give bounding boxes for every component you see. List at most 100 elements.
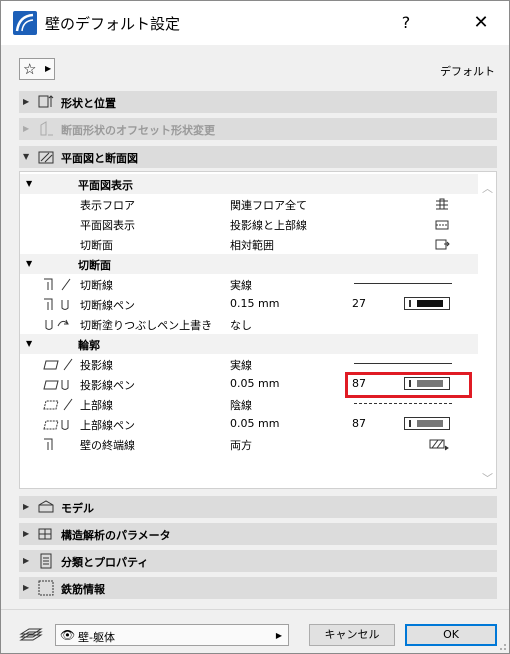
section-rebar[interactable]: ▶ 鉄筋情報: [19, 577, 497, 599]
chevron-right-icon: ▶: [23, 529, 30, 538]
section-label: 断面形状のオフセット形状変更: [61, 124, 215, 137]
setting-row-cut-line-pen[interactable]: 切断線ペン 0.15 mm 27: [20, 294, 478, 314]
group-label: 切断面: [78, 259, 111, 272]
setting-row-wall-end-lines[interactable]: 壁の終端線 両方: [20, 434, 478, 454]
wall-end-hatch-icon: [429, 439, 449, 451]
setting-value[interactable]: 0.05 mm: [230, 377, 279, 390]
eye-icon: 👁: [60, 628, 76, 642]
setting-value[interactable]: 実線: [230, 357, 252, 373]
setting-name: 上部線ペン: [80, 419, 135, 432]
highlight-box: [345, 372, 472, 398]
dialog-window: 壁のデフォルト設定 ? ✕ ☆ ▶ デフォルト ▶ 形状と位置 ▶ 断面形状のオ…: [0, 0, 510, 654]
chevron-down-icon: ▼: [23, 152, 30, 161]
setting-name: 切断塗りつぶしペン上書き: [80, 319, 213, 332]
setting-row-display-floor[interactable]: 表示フロア 関連フロア全て: [20, 194, 478, 214]
pen-swatch-fill: [417, 300, 443, 307]
setting-value[interactable]: 0.05 mm: [230, 417, 279, 430]
line-type-preview[interactable]: [354, 283, 452, 284]
setting-value[interactable]: 相対範囲: [230, 237, 274, 253]
pen-swatch-fill: [417, 420, 443, 427]
setting-value[interactable]: 0.15 mm: [230, 297, 279, 310]
profile-offset-icon: [40, 121, 53, 136]
section-profile-offset: ▶ 断面形状のオフセット形状変更: [19, 118, 497, 140]
setting-name: 投影線: [80, 359, 113, 372]
setting-row-cut-fill-override[interactable]: 切断塗りつぶしペン上書き なし: [20, 314, 478, 334]
setting-row-overhead-line-pen[interactable]: 上部線ペン 0.05 mm 87: [20, 414, 478, 434]
setting-name: 切断線ペン: [80, 299, 135, 312]
pen-number[interactable]: 27: [352, 297, 366, 310]
chevron-right-icon: ▶: [23, 502, 30, 511]
scroll-up-icon[interactable]: ︿: [482, 180, 493, 196]
setting-value[interactable]: 実線: [230, 277, 252, 293]
section-model[interactable]: ▶ モデル: [19, 496, 497, 518]
title-bar: 壁のデフォルト設定 ? ✕: [1, 1, 509, 45]
section-classification[interactable]: ▶ 分類とプロパティ: [19, 550, 497, 572]
floor-stack-icon: [436, 198, 448, 210]
star-icon: ☆: [23, 60, 37, 78]
geometry-icon: [38, 95, 54, 108]
line-type-preview[interactable]: [354, 363, 452, 364]
cut-line-icon: [44, 278, 71, 291]
chevron-right-icon: ▶: [23, 124, 30, 133]
section-label: 構造解析のパラメータ: [61, 529, 171, 542]
group-label: 輪郭: [78, 339, 100, 352]
layer-select[interactable]: 👁 壁-躯体 ▶: [55, 624, 289, 646]
cut-fill-override-icon: [45, 319, 69, 330]
section-structural[interactable]: ▶ 構造解析のパラメータ: [19, 523, 497, 545]
settings-panel: ▼ 平面図表示 表示フロア 関連フロア全て 平面図表示 投影線と上部線 切断面 …: [19, 171, 497, 489]
chevron-down-icon: ▼: [26, 179, 33, 188]
setting-value[interactable]: 関連フロア全て: [230, 197, 307, 213]
scroll-down-icon[interactable]: ﹀: [482, 470, 493, 486]
cancel-button[interactable]: キャンセル: [309, 624, 395, 646]
setting-value[interactable]: なし: [230, 317, 252, 333]
pen-swatch[interactable]: [404, 417, 450, 430]
setting-value[interactable]: 陰線: [230, 397, 252, 413]
section-geometry[interactable]: ▶ 形状と位置: [19, 91, 497, 113]
pen-swatch[interactable]: [404, 297, 450, 310]
section-label: モデル: [61, 502, 94, 515]
chevron-right-icon: ▶: [45, 64, 52, 73]
setting-row-plan-display[interactable]: 平面図表示 投影線と上部線: [20, 214, 478, 234]
ok-button[interactable]: OK: [405, 624, 497, 646]
setting-row-cut-surface[interactable]: 切断面 相対範囲: [20, 234, 478, 254]
setting-name: 表示フロア: [80, 199, 135, 212]
rebar-icon: [38, 580, 54, 596]
archicad-app-icon: [13, 11, 37, 35]
help-button[interactable]: ?: [381, 1, 431, 45]
section-label: 平面図と断面図: [61, 152, 138, 165]
setting-value[interactable]: 投影線と上部線: [230, 217, 307, 233]
pen-number[interactable]: 87: [352, 417, 366, 430]
overhead-line-icon: [43, 398, 73, 411]
setting-value[interactable]: 両方: [230, 437, 252, 453]
projection-overhead-icon: [435, 220, 449, 230]
setting-row-cut-line[interactable]: 切断線 実線: [20, 274, 478, 294]
setting-row-projection-line[interactable]: 投影線 実線: [20, 354, 478, 374]
resize-grip-icon[interactable]: [497, 641, 507, 651]
section-label: 形状と位置: [61, 97, 116, 110]
setting-name: 投影線ペン: [80, 379, 135, 392]
favorites-button[interactable]: ☆ ▶: [19, 58, 55, 80]
chevron-right-icon: ▶: [275, 631, 282, 640]
projection-line-pen-icon: [43, 380, 69, 390]
dialog-footer: 👁 壁-躯体 ▶ キャンセル OK: [1, 609, 509, 653]
floorplan-section-icon: [38, 151, 54, 164]
group-header-outline[interactable]: ▼ 輪郭: [20, 334, 478, 354]
group-label: 平面図表示: [78, 179, 133, 192]
panel-scrollbar[interactable]: ︿ ﹀: [478, 172, 496, 488]
model-icon: [38, 500, 54, 513]
chevron-down-icon: ▼: [26, 259, 33, 268]
group-header-cut-surface[interactable]: ▼ 切断面: [20, 254, 478, 274]
setting-name: 平面図表示: [80, 219, 135, 232]
section-floorplan-section[interactable]: ▼ 平面図と断面図: [19, 146, 497, 168]
chevron-right-icon: ▶: [23, 97, 30, 106]
setting-name: 上部線: [80, 399, 113, 412]
line-type-preview[interactable]: [354, 403, 452, 404]
layer-icon: [19, 628, 43, 641]
cut-line-pen-icon: [44, 298, 69, 310]
setting-name: 壁の終端線: [80, 439, 135, 452]
wall-end-line-icon: [44, 438, 53, 450]
chevron-down-icon: ▼: [26, 339, 33, 348]
close-button[interactable]: ✕: [453, 1, 509, 45]
group-header-plan-display[interactable]: ▼ 平面図表示: [20, 174, 478, 194]
section-label: 分類とプロパティ: [61, 556, 149, 569]
